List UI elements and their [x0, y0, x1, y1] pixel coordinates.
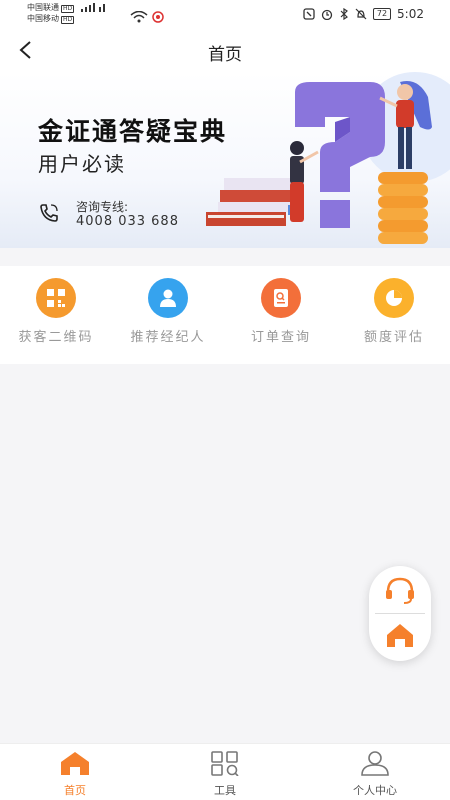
- status-bar: 中国联通 HD 中国移动 HD 72 5:02: [0, 0, 450, 28]
- home-icon: [387, 624, 413, 647]
- carrier-1-label: 中国联通: [27, 3, 59, 12]
- signal-icon: [80, 3, 105, 12]
- status-right: 72 5:02: [303, 7, 424, 21]
- battery-level: 72: [372, 8, 392, 20]
- bluetooth-icon: [340, 8, 348, 20]
- carrier-2-label: 中国移动: [27, 14, 59, 23]
- nav-bar: 首页: [0, 28, 450, 72]
- phone-icon: [38, 202, 60, 224]
- quick-action-label: 推荐经纪人: [130, 330, 206, 345]
- carrier-1: 中国联通 HD: [27, 3, 107, 13]
- carrier-2: 中国移动 HD: [27, 14, 75, 24]
- grid-icon: [211, 751, 239, 777]
- floating-divider: [375, 613, 425, 614]
- hotline-label: 咨询专线:: [76, 200, 129, 214]
- tab-label: 工具: [214, 784, 236, 797]
- pie-chart-icon: [374, 278, 414, 318]
- quick-action-credit-assessment[interactable]: 额度评估: [338, 278, 450, 345]
- quick-action-recommend-agent[interactable]: 推荐经纪人: [112, 278, 224, 345]
- hd-badge: HD: [61, 16, 75, 24]
- person-icon: [361, 751, 389, 776]
- qrcode-icon: [36, 278, 76, 318]
- customer-service-button[interactable]: [384, 576, 416, 608]
- mute-icon: [355, 8, 367, 20]
- tab-label: 个人中心: [353, 784, 397, 797]
- alarm-icon: [321, 9, 333, 20]
- page-title: 首页: [208, 45, 242, 65]
- user-icon: [148, 278, 188, 318]
- app-notification-icon: [152, 8, 164, 27]
- nfc-icon: [303, 8, 315, 20]
- clock: 5:02: [397, 7, 424, 21]
- floating-home-button[interactable]: [385, 621, 415, 653]
- quick-action-label: 额度评估: [363, 330, 424, 345]
- quick-action-label: 获客二维码: [18, 330, 94, 345]
- tab-profile[interactable]: 个人中心: [300, 750, 450, 798]
- tab-tools[interactable]: 工具: [150, 750, 300, 798]
- floating-actions: [369, 566, 431, 661]
- banner-illustration: [206, 72, 450, 244]
- hotline-number[interactable]: 4008 033 688: [76, 214, 179, 229]
- headset-icon: [386, 577, 414, 604]
- banner-subtitle: 用户必读: [38, 152, 126, 176]
- home-icon: [61, 752, 89, 775]
- quick-action-order-query[interactable]: 订单查询: [225, 278, 337, 345]
- quick-action-label: 订单查询: [250, 330, 311, 345]
- tab-home[interactable]: 首页: [0, 750, 150, 798]
- banner-title: 金证通答疑宝典: [38, 117, 228, 146]
- faq-banner[interactable]: 金证通答疑宝典 用户必读 咨询专线: 4008 033 688: [0, 72, 450, 248]
- document-search-icon: [261, 278, 301, 318]
- quick-actions: 获客二维码 推荐经纪人 订单查询 额度评估: [0, 266, 450, 364]
- quick-action-qrcode[interactable]: 获客二维码: [0, 278, 112, 345]
- bottom-tab-bar: 首页 工具 个人中心: [0, 743, 450, 800]
- wifi-icon: [130, 8, 148, 27]
- tab-label: 首页: [64, 784, 86, 797]
- hd-badge: HD: [61, 5, 75, 13]
